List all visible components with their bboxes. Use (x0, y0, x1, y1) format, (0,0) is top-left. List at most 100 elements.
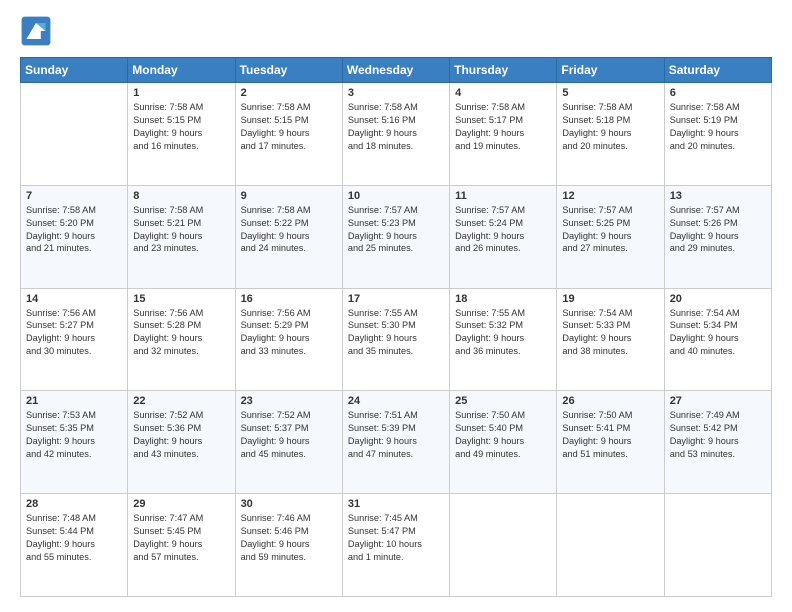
day-number: 1 (133, 87, 229, 99)
day-number: 16 (241, 293, 337, 305)
day-cell: 4 Sunrise: 7:58 AM Sunset: 5:17 PM Daylig… (450, 83, 557, 186)
day-cell: 18 Sunrise: 7:55 AM Sunset: 5:32 PM Dayli… (450, 288, 557, 391)
day-cell: 22 Sunrise: 7:52 AM Sunset: 5:36 PM Dayli… (128, 391, 235, 494)
day-header-thursday: Thursday (450, 58, 557, 83)
day-number: 6 (670, 87, 766, 99)
calendar-body: 1 Sunrise: 7:58 AM Sunset: 5:15 PM Daylig… (21, 83, 772, 597)
calendar: SundayMondayTuesdayWednesdayThursdayFrid… (20, 57, 772, 597)
day-cell: 25 Sunrise: 7:50 AM Sunset: 5:40 PM Dayli… (450, 391, 557, 494)
day-info: Sunrise: 7:45 AM Sunset: 5:47 PM Dayligh… (348, 512, 444, 564)
day-cell: 7Sunrise: 7:58 AM Sunset: 5:20 PM Daylig… (21, 185, 128, 288)
day-info: Sunrise: 7:49 AM Sunset: 5:42 PM Dayligh… (670, 409, 766, 461)
day-number: 5 (562, 87, 658, 99)
day-info: Sunrise: 7:57 AM Sunset: 5:25 PM Dayligh… (562, 204, 658, 256)
day-cell: 24 Sunrise: 7:51 AM Sunset: 5:39 PM Dayli… (342, 391, 449, 494)
day-info: Sunrise: 7:57 AM Sunset: 5:23 PM Dayligh… (348, 204, 444, 256)
day-number: 2 (241, 87, 337, 99)
day-number: 31 (348, 498, 444, 510)
day-number: 23 (241, 395, 337, 407)
day-info: Sunrise: 7:56 AM Sunset: 5:29 PM Dayligh… (241, 307, 337, 359)
logo-icon (20, 15, 52, 47)
day-cell: 1 Sunrise: 7:58 AM Sunset: 5:15 PM Daylig… (128, 83, 235, 186)
day-info: Sunrise: 7:58 AM Sunset: 5:15 PM Dayligh… (133, 101, 229, 153)
day-number: 21 (26, 395, 122, 407)
day-info: Sunrise: 7:58 AM Sunset: 5:16 PM Dayligh… (348, 101, 444, 153)
day-info: Sunrise: 7:57 AM Sunset: 5:26 PM Dayligh… (670, 204, 766, 256)
day-cell: 6 Sunrise: 7:58 AM Sunset: 5:19 PM Daylig… (664, 83, 771, 186)
day-info: Sunrise: 7:58 AM Sunset: 5:22 PM Dayligh… (241, 204, 337, 256)
day-cell: 21 Sunrise: 7:53 AM Sunset: 5:35 PM Dayli… (21, 391, 128, 494)
day-number: 19 (562, 293, 658, 305)
day-number: 30 (241, 498, 337, 510)
day-number: 24 (348, 395, 444, 407)
day-number: 9 (241, 190, 337, 202)
day-cell: 27 Sunrise: 7:49 AM Sunset: 5:42 PM Dayli… (664, 391, 771, 494)
day-info: Sunrise: 7:58 AM Sunset: 5:17 PM Dayligh… (455, 101, 551, 153)
day-number: 27 (670, 395, 766, 407)
day-cell: 26 Sunrise: 7:50 AM Sunset: 5:41 PM Dayli… (557, 391, 664, 494)
day-info: Sunrise: 7:55 AM Sunset: 5:30 PM Dayligh… (348, 307, 444, 359)
day-number: 18 (455, 293, 551, 305)
day-cell: 12 Sunrise: 7:57 AM Sunset: 5:25 PM Dayli… (557, 185, 664, 288)
day-info: Sunrise: 7:58 AM Sunset: 5:20 PM Dayligh… (26, 204, 122, 256)
day-number: 11 (455, 190, 551, 202)
day-info: Sunrise: 7:50 AM Sunset: 5:41 PM Dayligh… (562, 409, 658, 461)
day-number: 25 (455, 395, 551, 407)
day-number: 4 (455, 87, 551, 99)
day-info: Sunrise: 7:47 AM Sunset: 5:45 PM Dayligh… (133, 512, 229, 564)
week-row-3: 14Sunrise: 7:56 AM Sunset: 5:27 PM Dayli… (21, 288, 772, 391)
day-cell: 2 Sunrise: 7:58 AM Sunset: 5:15 PM Daylig… (235, 83, 342, 186)
day-info: Sunrise: 7:58 AM Sunset: 5:18 PM Dayligh… (562, 101, 658, 153)
day-cell: 16 Sunrise: 7:56 AM Sunset: 5:29 PM Dayli… (235, 288, 342, 391)
day-cell (664, 494, 771, 597)
day-cell: 9 Sunrise: 7:58 AM Sunset: 5:22 PM Daylig… (235, 185, 342, 288)
day-number: 22 (133, 395, 229, 407)
header-row: SundayMondayTuesdayWednesdayThursdayFrid… (21, 58, 772, 83)
day-cell: 3 Sunrise: 7:58 AM Sunset: 5:16 PM Daylig… (342, 83, 449, 186)
day-header-saturday: Saturday (664, 58, 771, 83)
day-info: Sunrise: 7:58 AM Sunset: 5:19 PM Dayligh… (670, 101, 766, 153)
day-cell (21, 83, 128, 186)
day-number: 8 (133, 190, 229, 202)
day-info: Sunrise: 7:48 AM Sunset: 5:44 PM Dayligh… (26, 512, 122, 564)
calendar-header: SundayMondayTuesdayWednesdayThursdayFrid… (21, 58, 772, 83)
day-info: Sunrise: 7:53 AM Sunset: 5:35 PM Dayligh… (26, 409, 122, 461)
day-cell: 28 Sunrise: 7:48 AM Sunset: 5:44 PM Dayli… (21, 494, 128, 597)
day-number: 13 (670, 190, 766, 202)
day-info: Sunrise: 7:56 AM Sunset: 5:27 PM Dayligh… (26, 307, 122, 359)
day-info: Sunrise: 7:58 AM Sunset: 5:15 PM Dayligh… (241, 101, 337, 153)
day-info: Sunrise: 7:51 AM Sunset: 5:39 PM Dayligh… (348, 409, 444, 461)
day-number: 15 (133, 293, 229, 305)
day-number: 10 (348, 190, 444, 202)
day-info: Sunrise: 7:50 AM Sunset: 5:40 PM Dayligh… (455, 409, 551, 461)
day-info: Sunrise: 7:55 AM Sunset: 5:32 PM Dayligh… (455, 307, 551, 359)
day-number: 3 (348, 87, 444, 99)
day-header-tuesday: Tuesday (235, 58, 342, 83)
day-number: 28 (26, 498, 122, 510)
logo (20, 15, 56, 47)
day-cell: 15 Sunrise: 7:56 AM Sunset: 5:28 PM Dayli… (128, 288, 235, 391)
day-cell: 17Sunrise: 7:55 AM Sunset: 5:30 PM Dayli… (342, 288, 449, 391)
day-info: Sunrise: 7:54 AM Sunset: 5:33 PM Dayligh… (562, 307, 658, 359)
day-info: Sunrise: 7:52 AM Sunset: 5:36 PM Dayligh… (133, 409, 229, 461)
day-info: Sunrise: 7:46 AM Sunset: 5:46 PM Dayligh… (241, 512, 337, 564)
day-cell: 30 Sunrise: 7:46 AM Sunset: 5:46 PM Dayli… (235, 494, 342, 597)
day-cell: 5 Sunrise: 7:58 AM Sunset: 5:18 PM Daylig… (557, 83, 664, 186)
day-number: 29 (133, 498, 229, 510)
day-info: Sunrise: 7:57 AM Sunset: 5:24 PM Dayligh… (455, 204, 551, 256)
week-row-2: 7Sunrise: 7:58 AM Sunset: 5:20 PM Daylig… (21, 185, 772, 288)
day-number: 26 (562, 395, 658, 407)
day-cell: 11 Sunrise: 7:57 AM Sunset: 5:24 PM Dayli… (450, 185, 557, 288)
day-cell: 29 Sunrise: 7:47 AM Sunset: 5:45 PM Dayli… (128, 494, 235, 597)
day-number: 12 (562, 190, 658, 202)
day-header-sunday: Sunday (21, 58, 128, 83)
week-row-5: 28 Sunrise: 7:48 AM Sunset: 5:44 PM Dayli… (21, 494, 772, 597)
day-header-wednesday: Wednesday (342, 58, 449, 83)
day-cell: 10 Sunrise: 7:57 AM Sunset: 5:23 PM Dayli… (342, 185, 449, 288)
day-cell: 14Sunrise: 7:56 AM Sunset: 5:27 PM Dayli… (21, 288, 128, 391)
day-info: Sunrise: 7:56 AM Sunset: 5:28 PM Dayligh… (133, 307, 229, 359)
header (20, 15, 772, 47)
day-info: Sunrise: 7:54 AM Sunset: 5:34 PM Dayligh… (670, 307, 766, 359)
day-cell: 31 Sunrise: 7:45 AM Sunset: 5:47 PM Dayli… (342, 494, 449, 597)
day-cell: 13 Sunrise: 7:57 AM Sunset: 5:26 PM Dayli… (664, 185, 771, 288)
